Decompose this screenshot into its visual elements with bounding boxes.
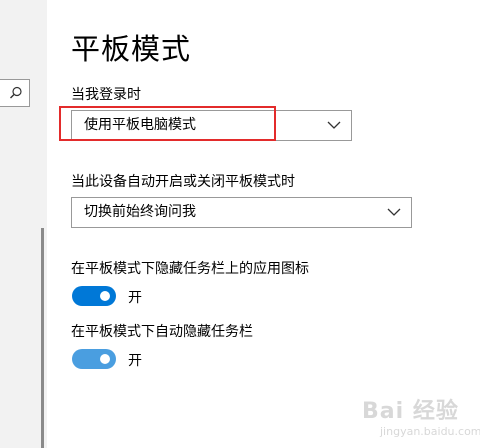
search-button[interactable] [0, 79, 30, 107]
toggle-knob [100, 291, 110, 301]
highlight-annotation [59, 106, 276, 141]
watermark-url: jingyan.baidu.com [380, 425, 480, 438]
switch-dropdown-value: 切换前始终询问我 [84, 204, 196, 220]
autohide-label: 在平板模式下自动隐藏任务栏 [71, 324, 253, 340]
switch-dropdown[interactable]: 切换前始终询问我 [71, 197, 412, 228]
autohide-toggle[interactable] [72, 349, 116, 369]
toggle-knob [100, 354, 110, 364]
autohide-state: 开 [128, 353, 142, 369]
chevron-down-icon [387, 208, 401, 216]
hide-icons-toggle[interactable] [72, 286, 116, 306]
page-title: 平板模式 [71, 32, 192, 66]
scrollbar[interactable] [41, 228, 44, 448]
hide-icons-label: 在平板模式下隐藏任务栏上的应用图标 [71, 261, 309, 277]
search-icon [10, 86, 22, 99]
watermark-logo-text: Bai 经验 [362, 399, 459, 424]
signin-label: 当我登录时 [71, 87, 141, 103]
chevron-down-icon [327, 121, 341, 129]
navigation-pane-edge [0, 0, 47, 448]
switch-label: 当此设备自动开启或关闭平板模式时 [71, 174, 295, 190]
hide-icons-state: 开 [128, 290, 142, 306]
watermark: Bai 经验 jingyan.baidu.com [362, 393, 480, 443]
